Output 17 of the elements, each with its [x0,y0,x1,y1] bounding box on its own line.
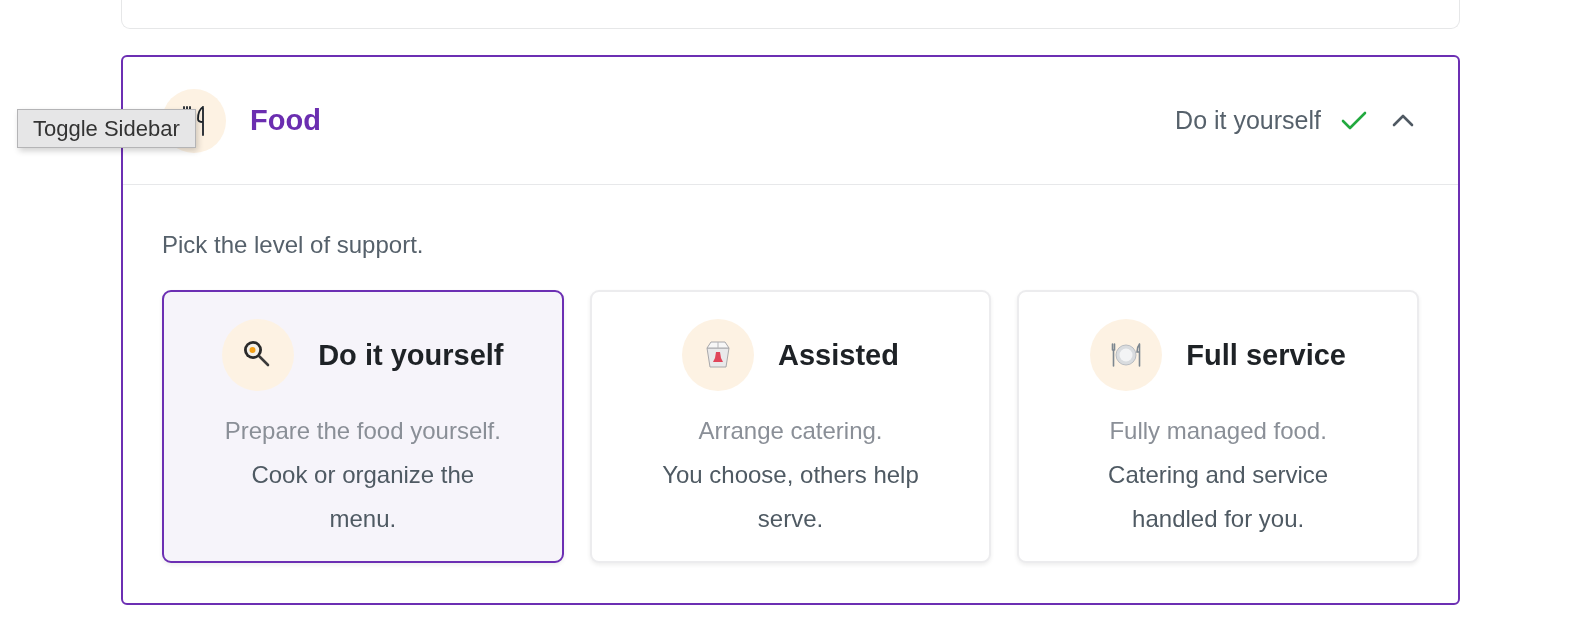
option-title: Do it yourself [318,338,504,372]
option-description: You choose, others help serve. [661,460,920,534]
option-card[interactable]: Assisted Arrange catering. You choose, others help serve. [589,290,992,563]
option-subtitle: Fully managed food. [1108,416,1328,446]
selected-option-text: Do it yourself [1175,106,1321,135]
tooltip: Toggle Sidebar [17,109,196,148]
option-description: Cook or organize the menu. [250,460,476,534]
option-title: Full service [1186,338,1346,372]
prompt-text: Pick the level of support. [162,231,425,259]
option-description: Catering and service handled for you. [1107,460,1330,534]
option-subtitle: Arrange catering. [697,416,884,446]
option-subtitle: Prepare the food yourself. [223,416,502,446]
option-title: Assisted [778,338,899,372]
section-title: Food [250,104,321,137]
option-card[interactable]: Do it yourself Prepare the food yourself. Cook or organize the menu. [162,290,564,563]
option-card[interactable]: Full service Fully managed food. Catering and service handled for you. [1017,290,1419,563]
chevron-up-icon[interactable] [1392,113,1414,128]
